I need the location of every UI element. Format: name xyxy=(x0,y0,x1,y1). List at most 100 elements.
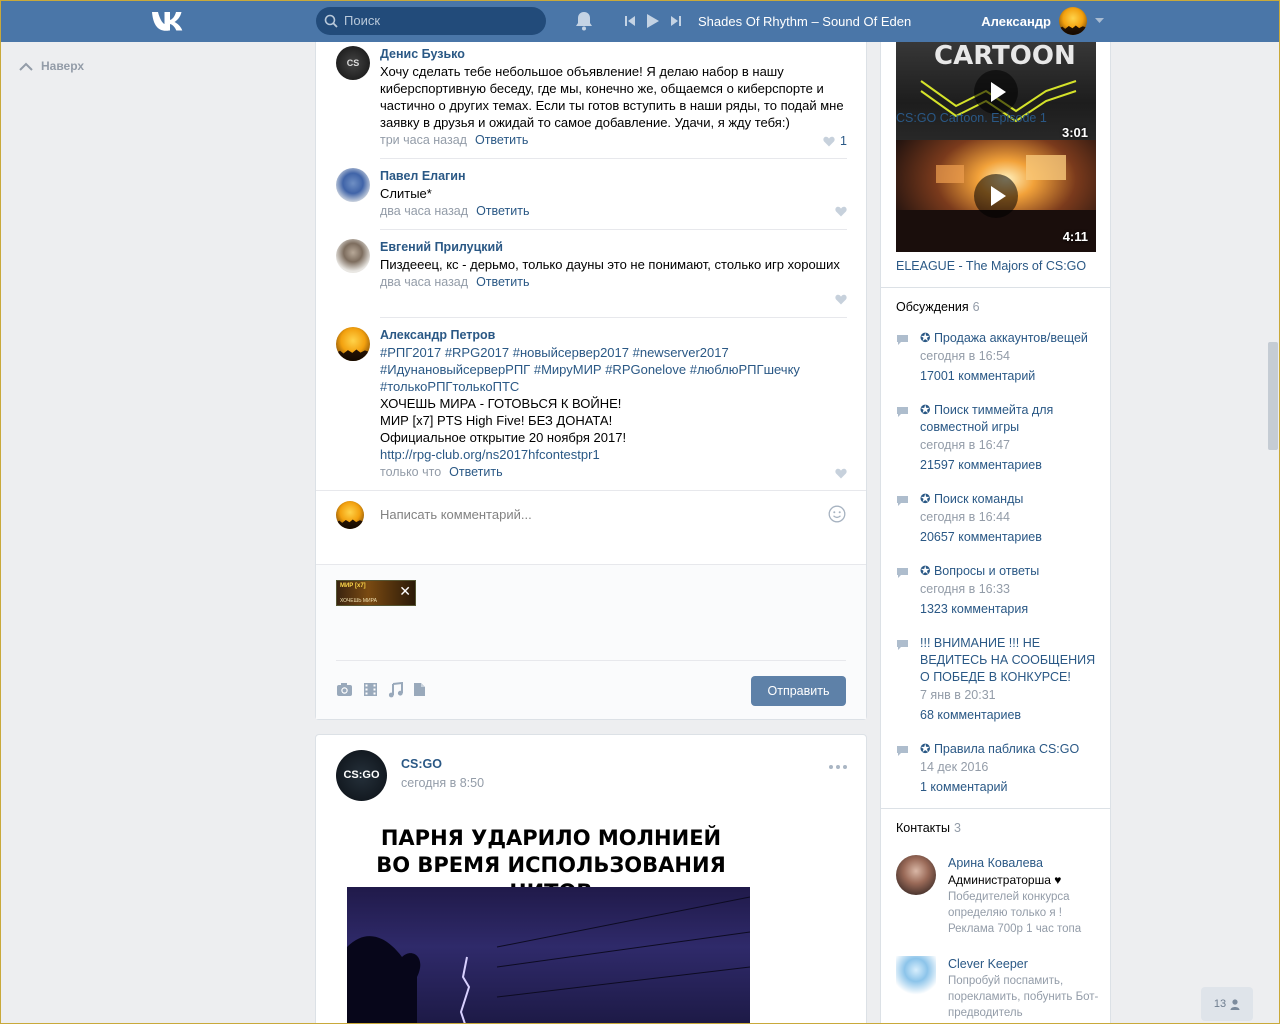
search-input[interactable]: Поиск xyxy=(316,7,546,35)
bell-icon[interactable] xyxy=(575,11,593,31)
contact-name[interactable]: Clever Keeper xyxy=(948,956,1101,973)
hashtag-line[interactable]: #РПГ2017 #RPG2017 #новыйсервер2017 #news… xyxy=(380,344,847,361)
comment-time[interactable]: только что xyxy=(380,465,441,479)
remove-attachment-icon[interactable]: ✕ xyxy=(399,584,411,598)
contact-description: Попробуй поспамить, порекламить, побунит… xyxy=(948,975,1099,1019)
reply-link[interactable]: Ответить xyxy=(476,204,529,218)
attachment-area: МИР [x7] ХОЧЕШЬ МИРА ✕ Отправить xyxy=(316,564,866,719)
comment-url-link[interactable]: http://rpg-club.org/ns2017hfcontestpr1 xyxy=(380,446,847,463)
contact-avatar[interactable] xyxy=(896,855,936,895)
topic-title[interactable]: !!! ВНИМАНИЕ !!! НЕ ВЕДИТЕСЬ НА СООБЩЕНИ… xyxy=(920,635,1101,686)
attached-image-caption: МИР [x7] xyxy=(340,583,366,589)
contact-description: Победителей конкурса определяю только я … xyxy=(948,891,1082,935)
play-icon[interactable] xyxy=(646,13,660,29)
speech-bubble-icon xyxy=(897,496,908,506)
attached-image[interactable]: МИР [x7] ХОЧЕШЬ МИРА ✕ xyxy=(336,580,416,606)
like-button[interactable]: 1 xyxy=(823,134,847,148)
discussion-topic[interactable]: ✪ Правила паблика CS:GO 14 дек 2016 1 ко… xyxy=(896,741,1101,796)
discussion-topic[interactable]: ✪ Поиск команды сегодня в 16:44 20657 ко… xyxy=(896,491,1101,546)
video-title[interactable]: ELEAGUE - The Majors of CS:GO xyxy=(896,259,1086,273)
profile-menu[interactable]: Александр xyxy=(981,6,1104,36)
play-icon[interactable] xyxy=(974,174,1018,218)
comment-avatar[interactable] xyxy=(336,327,370,361)
hashtag-line[interactable]: #толькоРПГтолькоПТС xyxy=(380,378,847,395)
camera-icon[interactable] xyxy=(336,682,353,697)
discussions-count: 6 xyxy=(972,300,980,314)
topic-title[interactable]: ✪ Правила паблика CS:GO xyxy=(920,741,1101,758)
scroll-to-top-label: Наверх xyxy=(41,59,85,73)
video-thumbnail[interactable]: CARTOON 3:01 xyxy=(896,36,1096,148)
like-button[interactable] xyxy=(835,294,847,305)
post-image[interactable]: ПАРНЯ УДАРИЛО МОЛНИЕЙ ВО ВРЕМЯ ИСПОЛЬЗОВ… xyxy=(336,817,766,1024)
discussion-topic[interactable]: ✪ Продажа аккаунтов/вещей сегодня в 16:5… xyxy=(896,330,1101,385)
topic-title[interactable]: ✪ Вопросы и ответы xyxy=(920,563,1101,580)
comment-time[interactable]: два часа назад xyxy=(380,204,468,218)
post-avatar[interactable]: CS:GO xyxy=(336,750,387,801)
comment-author[interactable]: Александр Петров xyxy=(380,327,847,344)
video-duration: 4:11 xyxy=(1062,229,1088,244)
comment-author[interactable]: Павел Елагин xyxy=(380,168,847,185)
comment-avatar[interactable] xyxy=(336,168,370,202)
video-title[interactable]: CS:GO Cartoon. Episode 1 xyxy=(896,111,1047,125)
comment-avatar[interactable] xyxy=(336,239,370,273)
video-icon[interactable] xyxy=(363,682,378,697)
contacts-header[interactable]: Контакты 3 xyxy=(896,821,961,835)
contact-name[interactable]: Арина Ковалева xyxy=(948,855,1101,872)
scroll-to-top-button[interactable]: Наверх xyxy=(19,59,84,73)
discussion-topic[interactable]: ✪ Вопросы и ответы сегодня в 16:33 1323 … xyxy=(896,563,1101,618)
divider xyxy=(336,660,846,661)
page-scrollbar[interactable] xyxy=(1265,42,1280,1024)
discussions-block: Обсуждения 6 ✪ Продажа аккаунтов/вещей се… xyxy=(880,288,1111,809)
discussion-topic[interactable]: !!! ВНИМАНИЕ !!! НЕ ВЕДИТЕСЬ НА СООБЩЕНИ… xyxy=(896,635,1101,724)
play-icon[interactable] xyxy=(974,70,1018,114)
post-card: CS:GO CS:GO сегодня в 8:50 ПАРНЯ УДАРИЛО… xyxy=(315,734,867,1024)
topic-comments[interactable]: 1323 комментария xyxy=(920,601,1101,618)
discussion-topic[interactable]: ✪ Поиск тиммейта для совместной игры сег… xyxy=(896,402,1101,474)
vk-logo-icon[interactable] xyxy=(150,8,186,34)
heart-icon xyxy=(823,136,835,146)
online-friends-button[interactable]: 13 xyxy=(1201,987,1253,1021)
like-button[interactable] xyxy=(835,468,847,479)
post-author[interactable]: CS:GO xyxy=(401,757,442,771)
video-thumbnail[interactable]: 4:11 xyxy=(896,140,1096,252)
reply-link[interactable]: Ответить xyxy=(475,133,528,147)
hashtag-line[interactable]: #ИдунановыйсерверРПГ #МируМИР #RPGonelov… xyxy=(380,361,847,378)
reply-link[interactable]: Ответить xyxy=(476,275,529,289)
contact-item: Clever Keeper Попробуй поспамить, порекл… xyxy=(896,956,1101,1021)
track-title[interactable]: Shades Of Rhythm – Sound Of Eden xyxy=(698,14,911,29)
comment-text: Хочу сделать тебе небольшое объявление! … xyxy=(380,64,844,130)
scrollbar-thumb[interactable] xyxy=(1268,342,1278,450)
send-button[interactable]: Отправить xyxy=(751,676,846,706)
comment-author[interactable]: Евгений Прилуцкий xyxy=(380,239,847,256)
next-track-icon[interactable] xyxy=(670,15,682,27)
topic-comments[interactable]: 20657 комментариев xyxy=(920,529,1101,546)
topic-title[interactable]: ✪ Поиск команды xyxy=(920,491,1101,508)
topic-comments[interactable]: 1 комментарий xyxy=(920,779,1101,796)
comment-meta: только что Ответить xyxy=(380,464,847,481)
topic-comments[interactable]: 68 комментариев xyxy=(920,707,1101,724)
emoji-icon[interactable] xyxy=(828,505,846,523)
comment-input[interactable]: Написать комментарий... xyxy=(380,507,532,522)
search-icon xyxy=(324,14,338,28)
topic-title[interactable]: ✪ Продажа аккаунтов/вещей xyxy=(920,330,1101,347)
discussions-header[interactable]: Обсуждения 6 xyxy=(896,300,980,314)
comment-avatar[interactable]: CS xyxy=(336,46,370,80)
previous-track-icon[interactable] xyxy=(624,15,636,27)
topic-title[interactable]: ✪ Поиск тиммейта для совместной игры xyxy=(920,402,1101,436)
reply-link[interactable]: Ответить xyxy=(449,465,502,479)
post-date[interactable]: сегодня в 8:50 xyxy=(401,776,484,790)
search-placeholder: Поиск xyxy=(344,13,381,28)
topic-comments[interactable]: 21597 комментариев xyxy=(920,457,1101,474)
contacts-block: Контакты 3 Арина Ковалева Администраторша… xyxy=(880,809,1111,1024)
topic-comments[interactable]: 17001 комментарий xyxy=(920,368,1101,385)
comment-time[interactable]: два часа назад xyxy=(380,275,468,289)
comment-author[interactable]: Денис Бузько xyxy=(380,46,847,63)
document-icon[interactable] xyxy=(413,682,426,697)
contact-avatar[interactable] xyxy=(896,956,936,996)
comment-time[interactable]: три часа назад xyxy=(380,133,467,147)
top-header: Поиск Shades Of Rhythm – Sound Of Eden А… xyxy=(0,0,1280,42)
music-icon[interactable] xyxy=(388,682,403,698)
comment-text-line: Официальное открытие 20 ноября 2017! xyxy=(380,430,627,445)
post-more-icon[interactable] xyxy=(829,765,847,769)
like-button[interactable] xyxy=(835,206,847,217)
